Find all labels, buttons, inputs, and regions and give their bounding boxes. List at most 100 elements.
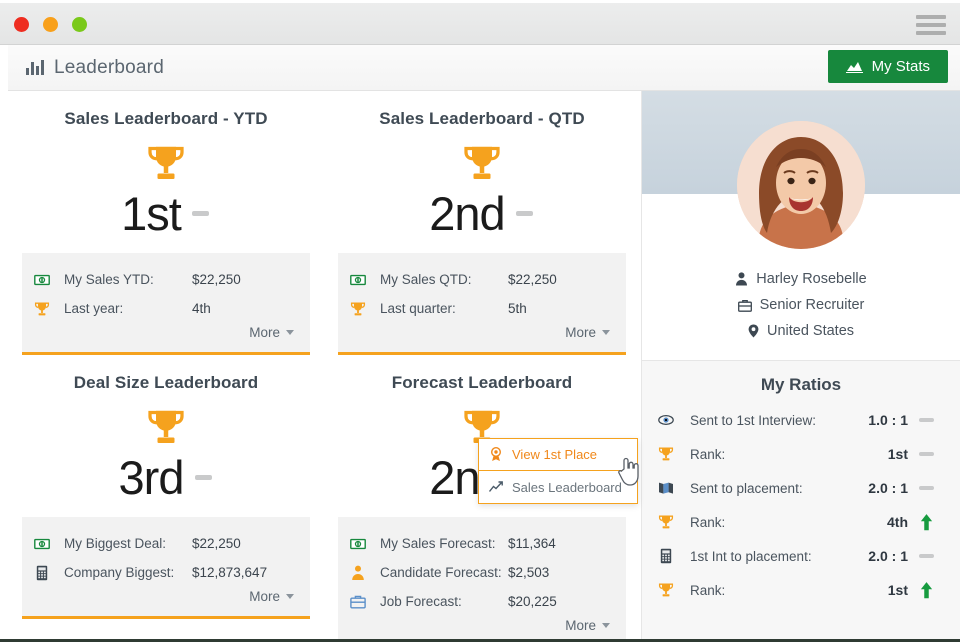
- card-info-label: Job Forecast:: [380, 594, 462, 609]
- dropdown-item-view-1st-place[interactable]: View 1st Place: [479, 439, 637, 471]
- card-rank-row: 2nd: [338, 185, 626, 241]
- profile-title: Senior Recruiter: [759, 297, 865, 313]
- trend-flat-dash: [918, 418, 934, 422]
- calculator-icon: [660, 548, 672, 564]
- ratio-trend: [908, 510, 944, 534]
- ratio-label: Rank:: [690, 582, 726, 598]
- card-info-row: My Biggest Deal: $22,250: [34, 529, 298, 558]
- ratio-trend: [908, 554, 944, 558]
- chevron-down-icon: [286, 594, 294, 599]
- ratio-value: 1.0 : 1: [868, 412, 908, 428]
- dropdown-item-sales-leaderboard[interactable]: Sales Leaderboard: [479, 471, 637, 503]
- ratio-trend: [908, 418, 944, 422]
- card-info-label: Last quarter:: [380, 301, 456, 316]
- page-title-group: Leaderboard: [26, 57, 164, 79]
- my-ratios-list: Sent to 1st Interview: 1.0 : 1 Rank: 1st Sen…: [658, 403, 944, 607]
- card-title: Forecast Leaderboard: [391, 373, 573, 392]
- card-rank-value: 1st: [121, 186, 182, 240]
- money-bill-icon: [350, 274, 366, 285]
- card-info-icon: [34, 536, 64, 552]
- more-button[interactable]: More: [249, 589, 294, 604]
- card-info-row: My Sales Forecast: $11,364: [350, 529, 614, 558]
- card-info-label: My Sales YTD:: [64, 272, 154, 287]
- person-icon: [352, 565, 364, 580]
- card-rank-value: 3rd: [118, 450, 185, 504]
- ratio-value: 2.0 : 1: [868, 480, 908, 496]
- card-info-label: My Biggest Deal:: [64, 536, 167, 551]
- chevron-down-icon: [602, 623, 610, 628]
- card-info-icon: [34, 272, 64, 288]
- card-info-row: Last year: 4th: [34, 294, 298, 323]
- card-more-row: More: [34, 587, 298, 612]
- my-stats-label: My Stats: [871, 58, 930, 75]
- leaderboard-cards: Sales Leaderboard - YTD 1st My Sales YTD: $…: [8, 91, 641, 642]
- page-header: Leaderboard: [8, 45, 960, 91]
- trophy-icon: [658, 515, 674, 529]
- maximize-window-button[interactable]: [72, 17, 87, 32]
- card-rank-value: 2nd: [429, 186, 505, 240]
- ratio-value: 4th: [887, 514, 908, 530]
- ratio-label: Rank:: [690, 446, 726, 462]
- card-info-value: 5th: [508, 301, 527, 316]
- ratio-label: Sent to 1st Interview:: [690, 412, 817, 428]
- card-info-value: $22,250: [192, 536, 241, 551]
- profile-name-row: Harley Rosebelle: [642, 266, 960, 292]
- card-info-row: My Sales QTD: $22,250: [350, 265, 614, 294]
- card-info-value: $22,250: [192, 272, 241, 287]
- leaderboard-card: Sales Leaderboard - QTD 2nd My Sales QTD: $…: [324, 91, 640, 355]
- trend-flat-dash: [516, 210, 534, 216]
- card-info-row: Last quarter: 5th: [350, 294, 614, 323]
- card-info-icon: [350, 272, 380, 288]
- avatar: [737, 121, 865, 249]
- my-ratios-panel: My Ratios Sent to 1st Interview: 1.0 : 1 R…: [642, 360, 960, 642]
- ratio-icon: [658, 446, 690, 462]
- money-bill-icon: [350, 538, 366, 549]
- ratio-trend: [908, 452, 944, 456]
- trophy-icon: [658, 447, 674, 461]
- more-button[interactable]: More: [565, 618, 610, 633]
- ratio-row: Rank: 1st: [658, 573, 944, 607]
- card-info-box: My Biggest Deal: $22,250 Company Biggest: $…: [22, 517, 310, 619]
- ratio-icon: [658, 514, 690, 530]
- calculator-icon: [36, 565, 48, 580]
- card-info-row: Candidate Forecast: $2,503: [350, 558, 614, 587]
- card-info-row: Company Biggest: $12,873,647: [34, 558, 298, 587]
- more-label: More: [249, 325, 280, 340]
- dropdown-item-label: Sales Leaderboard: [512, 479, 622, 495]
- ratio-value: 1st: [887, 582, 908, 598]
- card-info-box: My Sales Forecast: $11,364 Candidate Forec…: [338, 517, 626, 642]
- close-window-button[interactable]: [14, 17, 29, 32]
- profile-location-row: United States: [642, 318, 960, 344]
- ratio-label: Rank:: [690, 514, 726, 530]
- hamburger-menu-icon[interactable]: [916, 15, 946, 35]
- handshake-icon: [658, 414, 674, 426]
- more-label: More: [249, 589, 280, 604]
- trend-indicator-flat: [191, 201, 211, 225]
- my-ratios-title: My Ratios: [760, 375, 842, 394]
- card-info-value: $2,503: [508, 565, 550, 580]
- arrow-up-icon: [920, 582, 932, 599]
- bar-chart-icon: [26, 60, 44, 75]
- card-info-icon: [350, 536, 380, 552]
- my-stats-button[interactable]: My Stats: [827, 50, 948, 83]
- ratio-trend: [908, 486, 944, 490]
- more-button[interactable]: More: [565, 325, 610, 340]
- money-bill-icon: [34, 274, 50, 285]
- more-dropdown-menu[interactable]: View 1st Place Sales Leaderboard: [478, 438, 638, 504]
- ratio-value: 1st: [887, 446, 908, 462]
- book-icon: [659, 482, 673, 494]
- trend-indicator-up: [916, 510, 936, 534]
- avatar-photo: [737, 121, 865, 249]
- card-info-icon: [34, 301, 64, 317]
- user-icon: [736, 272, 748, 286]
- window-controls: [14, 17, 87, 32]
- leaderboard-card: Deal Size Leaderboard 3rd My Biggest Deal:…: [8, 355, 324, 642]
- minimize-window-button[interactable]: [43, 17, 58, 32]
- briefcase-icon: [350, 595, 366, 609]
- card-info-value: $12,873,647: [192, 565, 268, 580]
- trophy-icon: [350, 302, 366, 315]
- more-button[interactable]: More: [249, 325, 294, 340]
- dropdown-item-label: View 1st Place: [512, 447, 598, 462]
- card-info-row: My Sales YTD: $22,250: [34, 265, 298, 294]
- ratio-icon: [658, 548, 690, 564]
